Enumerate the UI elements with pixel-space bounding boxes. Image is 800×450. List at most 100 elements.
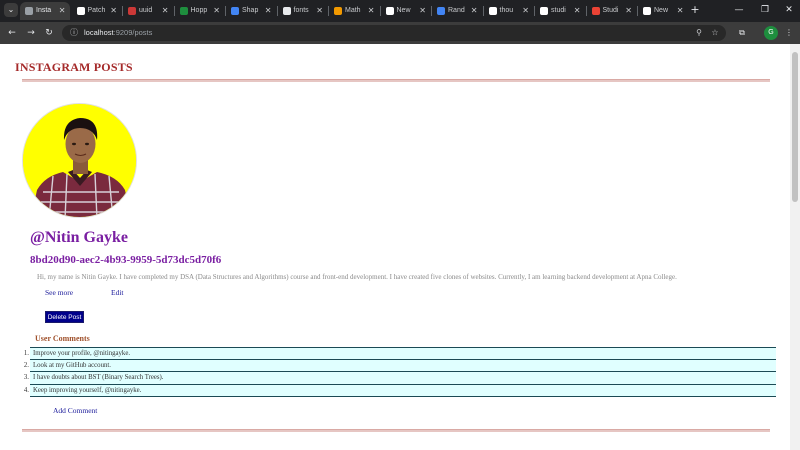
browser-tab[interactable]: Hopp ✕ — [175, 2, 225, 20]
tab-favicon-icon — [437, 7, 445, 15]
comment-text: Look at my GitHub account. — [33, 361, 111, 369]
tab-title: Insta — [36, 7, 52, 14]
back-icon[interactable]: ← — [5, 26, 19, 40]
tab-close-icon[interactable]: ✕ — [316, 2, 323, 20]
tab-favicon-icon — [643, 7, 651, 15]
browser-tab[interactable]: Insta ✕ — [20, 2, 70, 20]
tab-close-icon[interactable]: ✕ — [677, 2, 684, 20]
tab-close-icon[interactable]: ✕ — [59, 2, 66, 20]
browser-tab[interactable]: Shap ✕ — [226, 2, 276, 20]
tab-favicon-icon — [488, 7, 497, 15]
maximize-icon[interactable]: ❐ — [752, 2, 778, 18]
address-bar[interactable]: ⓘ localhost:9209/posts ⚲ ☆ — [62, 25, 726, 41]
extensions-icon[interactable]: ⧉ — [735, 26, 749, 40]
tab-favicon-icon — [179, 7, 188, 15]
zoom-icon[interactable]: ⚲ — [693, 27, 705, 39]
tab-separator — [379, 6, 381, 16]
comment-text: I have doubts about BST (Binary Search T… — [33, 374, 164, 381]
comment-number: 2. — [23, 361, 29, 369]
browser-tab[interactable]: Rand ✕ — [432, 2, 482, 20]
delete-post-button[interactable]: Delete Post — [45, 311, 84, 323]
post-content: Hi, my name is Nitin Gayke. I have compl… — [37, 273, 677, 281]
url-path: :9209/posts — [113, 28, 153, 37]
edit-link[interactable]: Edit — [111, 288, 124, 297]
tab-close-icon[interactable]: ✕ — [213, 2, 220, 20]
comment-number: 1. — [23, 350, 29, 357]
bookmark-star-icon[interactable]: ☆ — [709, 27, 721, 39]
site-info-icon[interactable]: ⓘ — [68, 27, 80, 39]
url-host: localhost — [84, 28, 114, 37]
browser-tab[interactable]: Studi ✕ — [587, 2, 637, 20]
tab-title: studi — [551, 7, 566, 14]
profile-avatar[interactable]: G — [764, 26, 778, 40]
tab-title: uuid — [139, 7, 153, 14]
url-text[interactable]: localhost:9209/posts — [84, 25, 152, 41]
tab-separator — [122, 6, 123, 16]
page-content: INSTAGRAM POSTS @Nitin Gayke 8bd20d90-ae… — [0, 44, 790, 450]
tab-favicon-icon — [591, 7, 600, 15]
minimize-icon[interactable]: — — [726, 2, 752, 18]
browser-tab[interactable]: Patch ✕ — [72, 2, 122, 20]
add-comment-link[interactable]: Add Comment — [53, 406, 97, 415]
browser-tab[interactable]: uuid ✕ — [123, 2, 173, 20]
see-more-link[interactable]: See more — [45, 288, 73, 297]
tab-separator — [585, 6, 587, 16]
tab-separator — [482, 6, 484, 16]
tab-title: Hopp — [190, 7, 208, 14]
tab-separator — [637, 6, 638, 16]
forward-icon[interactable]: → — [24, 26, 38, 40]
new-tab-icon[interactable]: + — [688, 3, 702, 17]
tab-separator — [534, 6, 535, 16]
browser-tab[interactable]: New ✕ — [381, 2, 431, 20]
close-window-icon[interactable]: ✕ — [776, 2, 800, 18]
tab-favicon-icon — [540, 7, 548, 15]
tab-close-icon[interactable]: ✕ — [368, 2, 375, 20]
tab-separator — [173, 6, 175, 16]
post-username: @Nitin Gayke — [30, 229, 128, 246]
comment-list: 1. Improve your profile, @nitingayke. 2.… — [24, 347, 776, 397]
browser-tab[interactable]: studi ✕ — [535, 2, 585, 20]
tab-favicon-icon — [385, 7, 394, 15]
tab-favicon-icon — [25, 7, 33, 15]
tab-close-icon[interactable]: ✕ — [471, 2, 478, 20]
reload-icon[interactable]: ↻ — [42, 26, 56, 40]
tab-close-icon[interactable]: ✕ — [522, 2, 529, 20]
menu-dots-icon[interactable]: ⋮ — [782, 26, 796, 40]
comment-item: 3. I have doubts about BST (Binary Searc… — [24, 372, 776, 385]
comment-number: 3. — [23, 374, 29, 381]
tab-title: Math — [345, 7, 361, 14]
browser-tab[interactable]: New ✕ — [638, 2, 688, 20]
comment-item: 4. Keep improving yourself, @nitingayke. — [24, 384, 776, 397]
post-id: 8bd20d90-aec2-4b93-9959-5d73dc5d70f6 — [30, 254, 222, 266]
tab-close-icon[interactable]: ✕ — [574, 2, 581, 20]
tab-title: thou — [499, 7, 514, 14]
top-divider — [22, 79, 770, 82]
tab-title: fonts — [293, 7, 309, 14]
comment-number: 4. — [23, 386, 29, 394]
tab-close-icon[interactable]: ✕ — [110, 2, 117, 20]
tab-title: Shap — [242, 7, 259, 14]
browser-tab[interactable]: thou ✕ — [484, 2, 534, 20]
comment-text: Improve your profile, @nitingayke. — [33, 350, 131, 357]
bottom-divider — [22, 429, 770, 432]
page-title: INSTAGRAM POSTS — [15, 60, 133, 74]
tab-favicon-icon — [76, 7, 85, 15]
page-scrollbar[interactable] — [790, 44, 800, 450]
scrollbar-thumb[interactable] — [792, 52, 798, 202]
tab-favicon-icon — [128, 7, 136, 15]
tab-title: New — [654, 7, 669, 14]
comment-item: 1. Improve your profile, @nitingayke. — [24, 347, 776, 360]
tab-separator — [276, 6, 278, 16]
person-photo-icon — [23, 104, 136, 217]
tab-close-icon[interactable]: ✕ — [625, 2, 632, 20]
comment-text: Keep improving yourself, @nitingayke. — [33, 386, 142, 394]
tab-close-icon[interactable]: ✕ — [265, 2, 272, 20]
browser-tab[interactable]: Math ✕ — [329, 2, 379, 20]
tab-close-icon[interactable]: ✕ — [419, 2, 426, 20]
tab-search-icon[interactable]: ⌄ — [4, 3, 18, 17]
profile-photo — [22, 103, 137, 218]
tab-title: New — [396, 7, 411, 14]
tab-favicon-icon — [334, 7, 342, 15]
browser-tab[interactable]: fonts ✕ — [278, 2, 328, 20]
tab-close-icon[interactable]: ✕ — [162, 2, 169, 20]
